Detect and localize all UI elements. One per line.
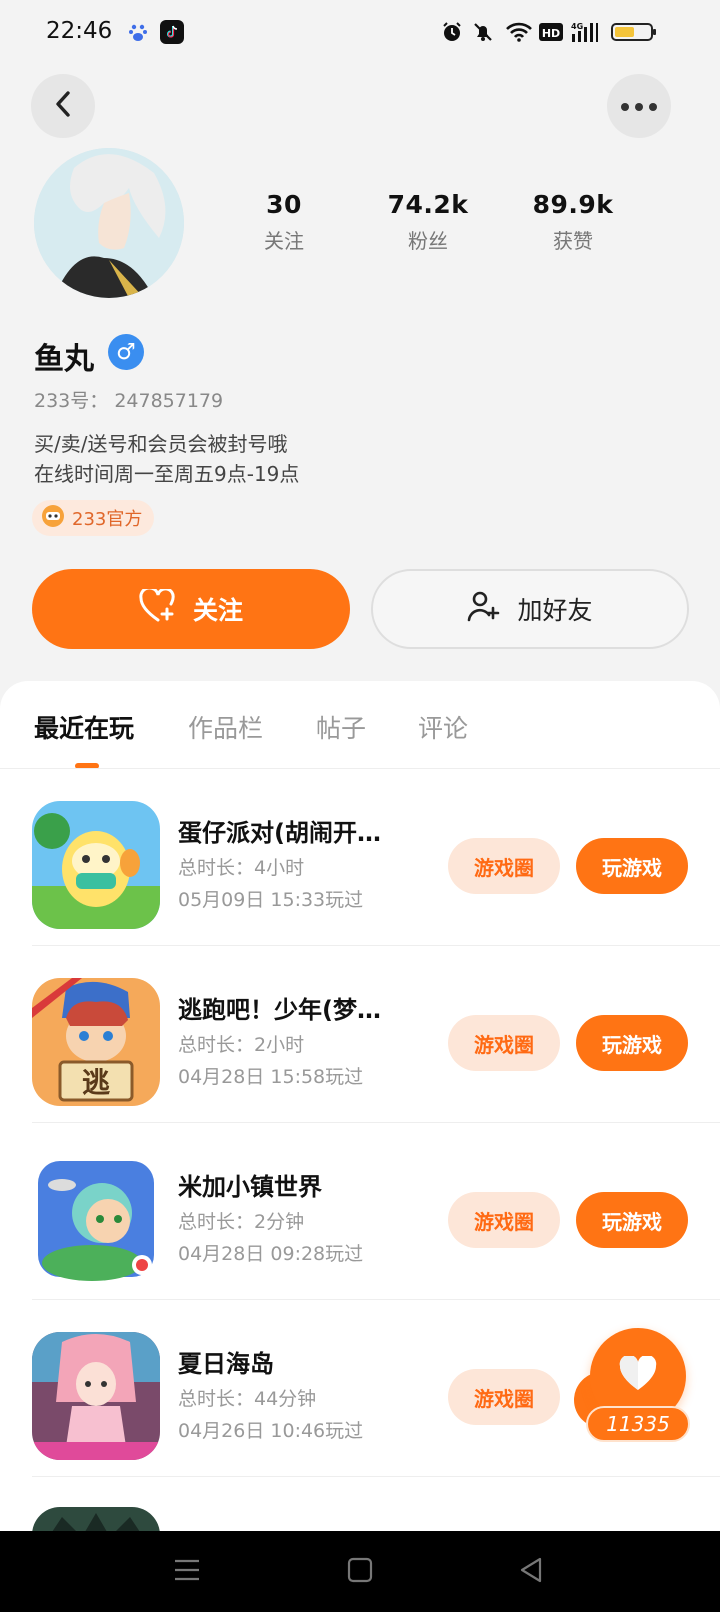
add-friend-button-label: 加好友 (517, 596, 593, 625)
username: 鱼丸 (34, 342, 94, 377)
avatar[interactable] (34, 148, 184, 298)
stat-label: 获赞 (553, 229, 593, 253)
stat-likes[interactable]: 89.9k 获赞 (508, 190, 638, 254)
play-game-button[interactable]: 玩游戏 (576, 1192, 688, 1248)
official-badge[interactable]: 233官方 (32, 500, 155, 536)
back-button[interactable] (31, 74, 95, 138)
back-icon (51, 89, 75, 123)
game-last-played: 04月28日 15:58玩过 (178, 1066, 364, 1088)
game-title: 逃跑吧！少年(梦… (178, 996, 381, 1024)
game-row[interactable]: 逃 逃跑吧！少年(梦… 总时长：2小时 04月28日 15:58玩过 游戏圈 玩… (0, 946, 720, 1123)
bio-line: 在线时间周一至周五9点-19点 (34, 462, 300, 486)
svg-text:逃: 逃 (82, 1066, 110, 1099)
like-count-badge: 11335 (586, 1406, 690, 1442)
game-row[interactable]: 蛋仔派对(胡闹开… 总时长：4小时 05月09日 15:33玩过 游戏圈 玩游戏 (0, 769, 720, 946)
game-title: 蛋仔派对(胡闹开… (178, 819, 381, 847)
uid-value: 247857179 (114, 390, 224, 412)
alarm-icon (440, 20, 464, 44)
game-circle-button[interactable]: 游戏圈 (448, 1192, 560, 1248)
back-nav-button[interactable] (512, 1553, 550, 1591)
mute-icon (471, 20, 495, 44)
stat-value: 74.2k (387, 190, 469, 219)
tiktok-icon (160, 20, 184, 44)
game-last-played: 04月28日 09:28玩过 (178, 1243, 364, 1265)
stat-value: 30 (266, 190, 302, 219)
tab-posts[interactable]: 帖子 (316, 709, 366, 745)
battery-icon (611, 20, 657, 44)
tab-recent-played[interactable]: 最近在玩 (34, 709, 134, 745)
game-duration: 总时长：4小时 (178, 857, 305, 879)
home-nav-button[interactable] (341, 1553, 379, 1591)
game-icon-miga-town[interactable] (32, 1155, 160, 1283)
menu-icon (173, 1558, 201, 1586)
game-title: 米加小镇世界 (178, 1173, 322, 1201)
game-icon-partial[interactable] (32, 1507, 160, 1531)
stat-following[interactable]: 30 关注 (219, 190, 349, 254)
stat-fans[interactable]: 74.2k 粉丝 (363, 190, 493, 254)
gender-male-icon: ♂ (108, 334, 144, 370)
game-duration: 总时长：44分钟 (178, 1388, 317, 1410)
game-circle-button[interactable]: 游戏圈 (448, 838, 560, 894)
back-triangle-icon (518, 1556, 544, 1588)
more-button[interactable] (607, 74, 671, 138)
game-icon-eggy-party[interactable] (32, 801, 160, 929)
game-icon-summer-island[interactable] (32, 1332, 160, 1460)
bio-line: 买/卖/送号和会员会被封号哦 (34, 432, 288, 456)
follow-button-label: 关注 (192, 596, 243, 625)
signal-4g-icon: 4G (570, 20, 600, 44)
add-friend-button[interactable]: 加好友 (371, 569, 689, 649)
game-duration: 总时长：2小时 (178, 1034, 305, 1056)
system-nav-bar (0, 1531, 720, 1612)
stat-label: 关注 (264, 229, 304, 253)
baidu-icon (126, 20, 150, 44)
svg-text:HD: HD (542, 27, 560, 40)
game-last-played: 04月26日 10:46玩过 (178, 1420, 364, 1442)
svg-text:4G: 4G (571, 22, 583, 31)
tab-works[interactable]: 作品栏 (188, 709, 263, 745)
game-circle-button[interactable]: 游戏圈 (448, 1015, 560, 1071)
play-game-button[interactable]: 玩游戏 (576, 838, 688, 894)
official-mascot-icon (40, 503, 66, 533)
add-user-icon (467, 590, 501, 628)
wifi-icon (504, 20, 534, 44)
tab-comments[interactable]: 评论 (418, 709, 468, 745)
uid-label: 233号： (34, 390, 109, 412)
game-title: 夏日海岛 (178, 1350, 274, 1378)
game-duration: 总时长：2分钟 (178, 1211, 305, 1233)
follow-button[interactable]: 关注 (32, 569, 350, 649)
game-icon-run-boy[interactable]: 逃 (32, 978, 160, 1106)
official-badge-label: 233官方 (72, 509, 143, 530)
hd-icon: HD (538, 20, 564, 44)
heart-icon (618, 1354, 658, 1396)
more-icon (620, 97, 658, 116)
stat-label: 粉丝 (408, 229, 448, 253)
user-id[interactable]: 233号： 247857179 (34, 386, 223, 413)
game-circle-button[interactable]: 游戏圈 (448, 1369, 560, 1425)
game-last-played: 05月09日 15:33玩过 (178, 889, 364, 911)
game-row[interactable]: 米加小镇世界 总时长：2分钟 04月28日 09:28玩过 游戏圈 玩游戏 (0, 1123, 720, 1300)
stat-value: 89.9k (532, 190, 614, 219)
status-time: 22:46 (46, 18, 113, 44)
play-game-button[interactable]: 玩游戏 (576, 1015, 688, 1071)
heart-plus-icon (139, 586, 177, 629)
divider (32, 1476, 720, 1477)
menu-nav-button[interactable] (168, 1553, 206, 1591)
home-square-icon (347, 1557, 373, 1587)
